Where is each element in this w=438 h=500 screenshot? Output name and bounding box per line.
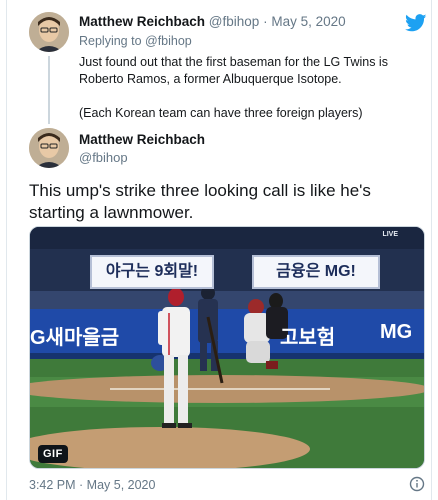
avatar[interactable] (29, 12, 69, 52)
reply-paragraph: Just found out that the first baseman fo… (79, 55, 388, 86)
gif-badge: GIF (38, 445, 68, 463)
author-name[interactable]: Matthew Reichbach (79, 14, 205, 29)
separator-dot: · (263, 14, 268, 29)
avatar-image (29, 12, 69, 52)
stadium-sign: 야구는 9회말! (90, 255, 214, 289)
tweet-date[interactable]: May 5, 2020 (271, 14, 345, 29)
avatar-image (29, 128, 69, 168)
stadium-sign: 금융은 MG! (252, 255, 380, 289)
ad-band-text: MG (380, 321, 413, 343)
author-handle[interactable]: @fbihop (209, 14, 260, 29)
tweet-text: This ump's strike three looking call is … (29, 181, 371, 222)
tweet-embed-card: Matthew Reichbach @fbihop · May 5, 2020 … (6, 0, 432, 500)
reply-header: Matthew Reichbach @fbihop · May 5, 2020 (79, 14, 346, 29)
replying-to-label[interactable]: Replying to @fbihop (79, 34, 192, 48)
ad-band-text: G새마을금 (30, 327, 120, 349)
avatar[interactable] (29, 128, 69, 168)
author-name[interactable]: Matthew Reichbach (79, 132, 205, 147)
tweet-timestamp[interactable]: 3:42 PM · May 5, 2020 (29, 478, 155, 492)
ad-band-text: 고보험 (280, 327, 336, 349)
reply-paragraph: (Each Korean team can have three foreign… (79, 106, 363, 120)
info-icon[interactable] (409, 476, 425, 492)
broadcast-live-tag: LIVE (382, 231, 398, 238)
twitter-bird-icon[interactable] (405, 14, 427, 32)
gif-media[interactable]: 야구는 9회말! 금융은 MG! G새마을금 고보험 MG LIVE GIF (29, 226, 425, 469)
author-handle[interactable]: @fbihop (79, 150, 128, 165)
thread-connector-line (48, 56, 50, 124)
reply-text: Just found out that the first baseman fo… (79, 54, 419, 122)
